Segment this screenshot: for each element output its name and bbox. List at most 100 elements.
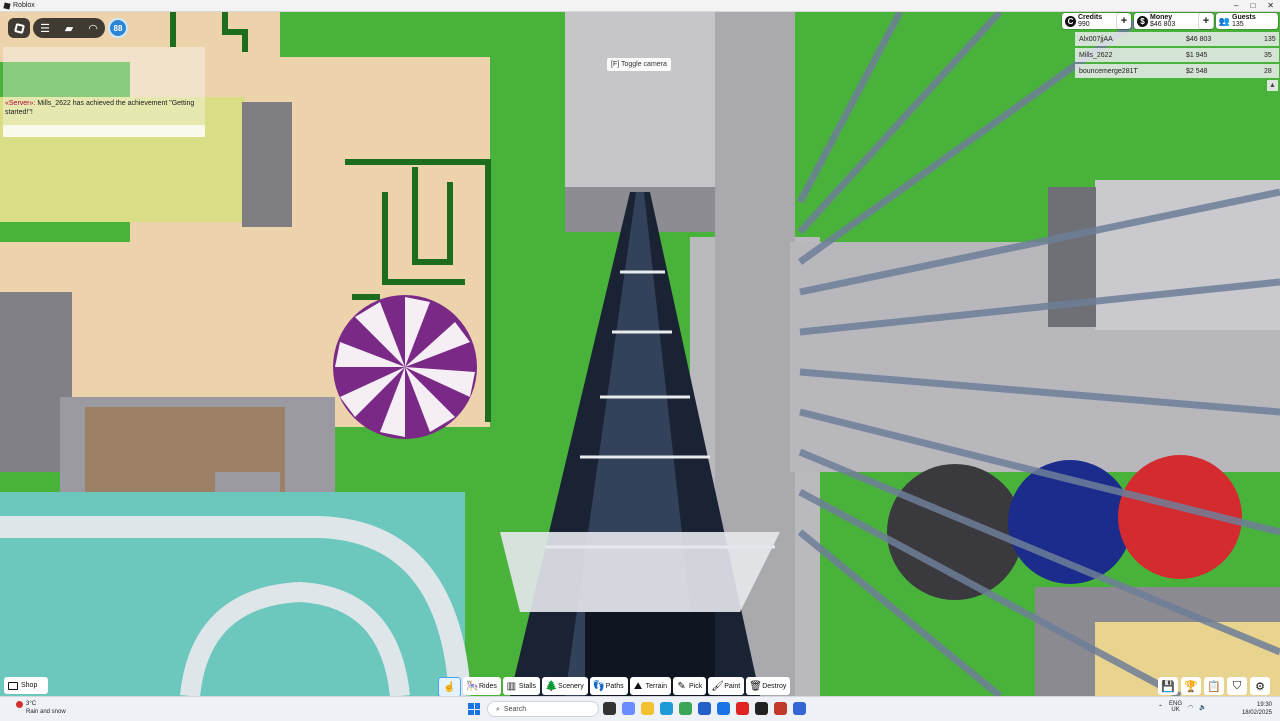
toggle-camera-hint: [F] Toggle camera [607,58,671,71]
player-guests: 135 [1264,35,1276,43]
app-icon[interactable] [774,702,787,715]
settings-button[interactable]: ⚙ [1250,677,1270,695]
scenery-button[interactable]: 🌲 Scenery [542,677,588,695]
window-controls: – □ ✕ [1234,0,1274,11]
rides-label: Rides [479,682,497,690]
roblox-topbar: ☰ ▰ ◠ [33,18,105,38]
pick-button[interactable]: ✎ Pick [673,677,707,695]
money-value: $46 803 [1150,21,1176,28]
shop-icon [8,681,18,690]
close-button[interactable]: ✕ [1267,0,1274,11]
leaderboard-collapse-icon[interactable]: ▲ [1267,80,1278,91]
youtube-icon[interactable] [736,702,749,715]
system-tray: ⌃ ENG UK ◠ 🔈 [1158,701,1207,713]
stalls-button[interactable]: ▥ Stalls [502,677,541,695]
destroy-label: Destroy [762,682,787,690]
guests-icon: 👥 [1218,15,1231,26]
credits-label: Credits [1078,14,1103,21]
hamburger-icon[interactable]: ☰ [36,22,54,35]
paths-button[interactable]: 👣 Paths [589,677,628,695]
player-name: Alx007jjAA [1079,35,1113,43]
taskbar-search[interactable]: ⌕ Search [487,701,599,717]
carousel-icon: 🎠 [466,680,479,692]
trophy-icon: 🏆 [1184,680,1198,693]
mail-icon[interactable] [717,702,730,715]
paths-label: Paths [605,682,624,690]
player-name: bouncemerge281T [1079,67,1138,75]
weather-temp: 3°C [26,701,37,707]
roblox-logo-icon [13,22,25,34]
start-button[interactable] [468,703,480,715]
headset-icon[interactable]: ◠ [84,22,102,35]
clock-time: 19:30 [1256,702,1272,708]
language-indicator[interactable]: ENG UK [1169,701,1182,713]
add-money-button[interactable]: + [1199,13,1213,29]
level-badge[interactable]: 88 [108,18,128,38]
roblox-icon[interactable] [793,702,806,715]
select-tool-button[interactable]: ☝ [438,677,461,697]
shield-icon: ⛉ [1232,679,1242,692]
app-title: Roblox [3,0,35,11]
game-viewport[interactable]: ☰ ▰ ◠ 88 «Server»: Mills_2622 has achiev… [0,12,1280,696]
player-guests: 35 [1264,51,1272,59]
permissions-button[interactable]: ⛉ [1227,677,1247,695]
roblox-menu-button[interactable] [8,18,30,38]
chat-window: «Server»: Mills_2622 has achieved the ac… [3,47,205,137]
guests-display: 👥 Guests 135 [1216,13,1278,29]
paint-label: Paint [724,682,741,690]
achievements-button[interactable]: 🏆 [1181,677,1201,695]
player-money: $2 548 [1186,67,1208,75]
weather-widget[interactable]: 3°C Rain and snow [16,700,66,716]
clock-date: 18/02/2025 [1241,710,1272,716]
guests-label: Guests [1232,14,1256,21]
paint-button[interactable]: 🖌 Paint [708,677,745,695]
leaderboard-row[interactable]: Mills_2622 $1 945 35 [1075,48,1279,62]
roblox-logo-icon [3,1,11,10]
terrain-button[interactable]: ⛰ Terrain [629,677,672,695]
copilot-icon[interactable] [622,702,635,715]
store-icon[interactable] [698,702,711,715]
taskbar-clock[interactable]: 19:30 18/02/2025 [1238,701,1272,717]
player-guests: 28 [1264,67,1272,75]
chevron-up-icon[interactable]: ⌃ [1158,704,1163,711]
shop-button[interactable]: Shop [4,677,48,694]
credits-icon: C [1065,15,1076,27]
credits-value: 990 [1078,21,1090,28]
destroy-button[interactable]: 🗑 Destroy [746,677,791,695]
gear-icon: ⚙ [1255,680,1265,693]
wifi-icon[interactable]: ◠ [1188,704,1193,711]
search-placeholder: Search [503,706,527,713]
leaderboard: Alx007jjAA $46 803 135 Mills_2622 $1 945… [1075,32,1279,80]
file-explorer-icon[interactable] [641,702,654,715]
player-money: $1 945 [1186,51,1208,59]
stalls-label: Stalls [518,682,537,690]
chat-input[interactable] [3,125,205,137]
player-name: Mills_2622 [1079,51,1113,59]
leaderboard-row[interactable]: bouncemerge281T $2 548 28 [1075,64,1279,78]
maximize-button[interactable]: □ [1250,0,1255,11]
chat-message: «Server»: Mills_2622 has achieved the ac… [5,99,201,117]
task-view-icon[interactable] [603,702,616,715]
roblox-studio-icon[interactable] [755,702,768,715]
add-credits-button[interactable]: + [1117,13,1131,29]
right-toolbar: 💾 🏆 📋 ⛉ ⚙ [1158,677,1270,695]
edge-icon[interactable] [660,702,673,715]
shop-label: Shop [21,682,38,689]
scenery-label: Scenery [558,682,584,690]
leaderboard-row[interactable]: Alx007jjAA $46 803 135 [1075,32,1279,46]
weather-icon [16,701,23,708]
chat-icon[interactable]: ▰ [60,22,78,35]
tasks-button[interactable]: 📋 [1204,677,1224,695]
pinned-apps [603,702,806,715]
volume-icon[interactable]: 🔈 [1199,704,1206,711]
chrome-icon[interactable] [679,702,692,715]
footprints-icon: 👣 [592,680,606,692]
minimize-button[interactable]: – [1234,0,1238,11]
guests-value: 135 [1232,21,1244,28]
save-button[interactable]: 💾 [1158,677,1178,695]
chat-sender: «Server»: [5,100,36,107]
clipboard-icon: 📋 [1207,680,1221,693]
rides-button[interactable]: 🎠 Rides [463,677,501,695]
money-label: Money [1150,14,1173,21]
window-titlebar: Roblox – □ ✕ [0,0,1280,12]
